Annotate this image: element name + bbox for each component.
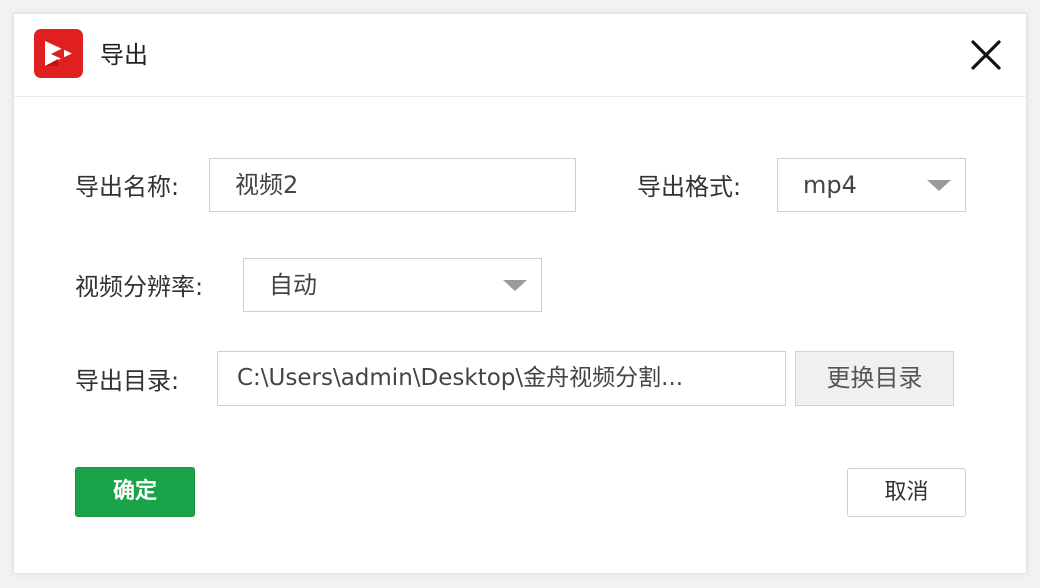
dialog-title: 导出 [100, 41, 148, 69]
export-format-select[interactable]: mp4 [777, 158, 966, 212]
export-format-value: mp4 [803, 171, 857, 199]
resolution-value: 自动 [269, 271, 317, 299]
export-format-label: 导出格式: [637, 173, 742, 201]
resolution-select[interactable]: 自动 [243, 258, 542, 312]
chevron-down-icon [503, 280, 527, 291]
resolution-label: 视频分辨率: [75, 273, 204, 301]
change-directory-button[interactable]: 更换目录 [795, 351, 954, 406]
export-directory-label: 导出目录: [75, 367, 180, 395]
export-dialog: 导出 导出名称: 视频2 导出格式: mp4 视频分辨率: 自动 导出目录: C… [13, 13, 1027, 574]
export-name-input[interactable]: 视频2 [209, 158, 576, 212]
cancel-button[interactable]: 取消 [847, 468, 966, 517]
video-play-logo-icon [34, 29, 83, 78]
chevron-down-icon [927, 180, 951, 191]
title-bar: 导出 [14, 14, 1026, 97]
confirm-button[interactable]: 确定 [75, 467, 195, 517]
close-icon[interactable] [966, 35, 1006, 75]
export-directory-field[interactable]: C:\Users\admin\Desktop\金舟视频分割... [217, 351, 786, 406]
export-name-label: 导出名称: [75, 173, 180, 201]
